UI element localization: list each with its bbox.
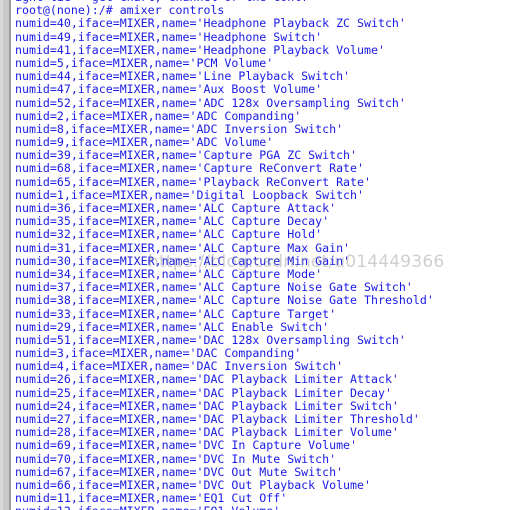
editor-gutter xyxy=(0,0,9,510)
terminal-output-line: numid=49,iface=MIXER,name='Headphone Swi… xyxy=(15,29,323,44)
terminal-output-line: numid=68,iface=MIXER,name='Capture ReCon… xyxy=(15,161,365,176)
terminal-output-line: numid=2,iface=MIXER,name='ADC Companding… xyxy=(15,108,302,123)
terminal-output-line: numid=69,iface=MIXER,name='DVC In Captur… xyxy=(15,438,358,453)
gutter-shade xyxy=(0,0,3,510)
terminal-output-line: numid=25,iface=MIXER,name='DAC Playback … xyxy=(15,385,392,400)
terminal-output-line: numid=70,iface=MIXER,name='DVC In Mute S… xyxy=(15,451,337,466)
terminal-output-line: numid=26,iface=MIXER,name='DAC Playback … xyxy=(15,372,399,387)
terminal-output-line: numid=38,iface=MIXER,name='ALC Capture N… xyxy=(15,293,434,308)
terminal-output-line: numid=67,iface=MIXER,name='DVC Out Mute … xyxy=(15,464,344,479)
terminal-output-line: numid=31,iface=MIXER,name='ALC Capture M… xyxy=(15,240,351,255)
terminal-output-line: numid=52,iface=MIXER,name='ADC 128x Over… xyxy=(15,95,406,110)
terminal-output-line: numid=47,iface=MIXER,name='Aux Boost Vol… xyxy=(15,82,323,97)
terminal-output-line: numid=32,iface=MIXER,name='ALC Capture H… xyxy=(15,227,323,242)
terminal-line-list: ight tie get chart, channel or the cont?… xyxy=(15,0,518,510)
terminal-output-line: numid=65,iface=MIXER,name='Playback ReCo… xyxy=(15,174,371,189)
terminal-output-line: numid=30,iface=MIXER,name='ALC Capture M… xyxy=(15,253,351,268)
terminal-output-line: numid=41,iface=MIXER,name='Headphone Pla… xyxy=(15,42,385,57)
gutter-gap xyxy=(11,0,15,510)
terminal-output-line: numid=40,iface=MIXER,name='Headphone Pla… xyxy=(15,16,406,31)
terminal-output-area[interactable]: ight tie get chart, channel or the cont?… xyxy=(15,0,518,510)
terminal-output-line: numid=33,iface=MIXER,name='ALC Capture T… xyxy=(15,306,337,321)
terminal-window: ight tie get chart, channel or the cont?… xyxy=(0,0,518,510)
terminal-output-line: numid=12,iface=MIXER,name='EQ1 Volume' xyxy=(15,505,518,510)
terminal-output-line: numid=29,iface=MIXER,name='ALC Enable Sw… xyxy=(15,319,330,334)
